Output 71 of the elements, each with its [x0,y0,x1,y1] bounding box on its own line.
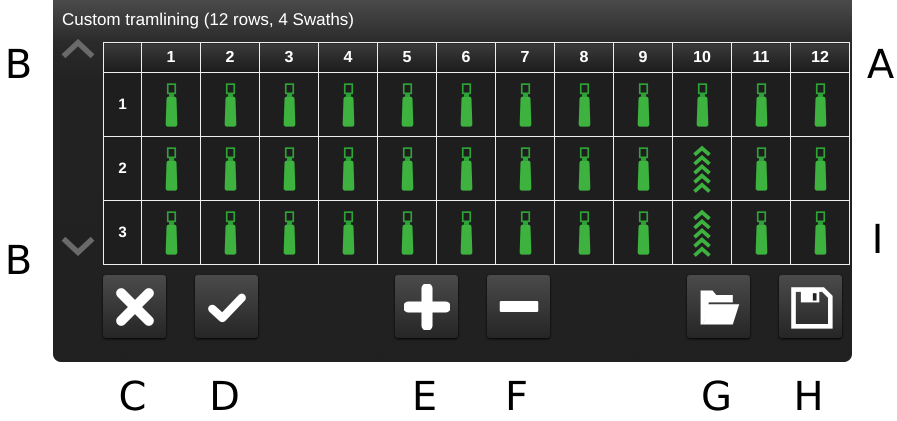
add-button[interactable] [395,275,458,338]
annotation-letter: B [4,44,32,86]
column-header: 1 [142,42,200,72]
column-header: 3 [260,42,318,72]
nozzle-icon[interactable] [576,144,592,192]
column-header: 10 [672,42,732,72]
annotation-letter: D [209,376,240,421]
minus-icon [498,301,538,312]
nozzle-icon[interactable] [400,80,414,128]
nozzle-icon[interactable] [636,144,650,192]
column-header: 2 [200,42,260,72]
nozzle-icon[interactable] [518,80,532,128]
remove-button[interactable] [487,275,550,338]
nozzle-icon[interactable] [282,208,296,256]
nozzle-icon[interactable] [458,80,474,128]
annotation-letter: B [4,240,32,282]
nozzle-icon[interactable] [812,208,828,256]
nozzle-icon[interactable] [400,144,414,192]
nozzle-icon[interactable] [340,80,356,128]
nozzle-icon[interactable] [400,208,414,256]
nozzle-icon[interactable] [164,80,178,128]
nozzle-icon[interactable] [636,80,650,128]
nozzle-icon[interactable] [576,80,592,128]
annotation-letter: C [118,376,146,421]
annotation-letter: I [872,219,884,261]
nozzle-icon[interactable] [222,208,238,256]
nozzle-icon[interactable] [518,144,532,192]
nozzle-icon[interactable] [164,208,178,256]
column-header: 5 [378,42,436,72]
nozzle-icon[interactable] [222,144,238,192]
nozzle-icon[interactable] [576,208,592,256]
nozzle-icon[interactable] [164,144,178,192]
chevron-up-icon[interactable] [59,39,97,59]
annotation-letter: G [701,376,732,421]
dialog-title: Custom tramlining (12 rows, 4 Swaths) [61,9,355,31]
open-button[interactable] [687,275,750,338]
row-header: 2 [104,136,142,200]
nozzle-icon[interactable] [222,80,238,128]
annotation-letter: H [793,376,824,421]
column-header: 9 [614,42,672,72]
nozzle-icon[interactable] [812,144,828,192]
nozzle-icon[interactable] [340,144,356,192]
nozzle-icon[interactable] [754,144,768,192]
cancel-button[interactable] [103,275,166,338]
nozzle-icon[interactable] [518,208,532,256]
row-header: 1 [104,72,142,136]
annotation-letter: F [504,376,528,421]
plus-icon [404,284,450,330]
annotation-letter: A [866,44,894,86]
row-header: 3 [104,200,142,264]
save-button[interactable] [779,275,842,338]
column-header: 12 [790,42,850,72]
nozzle-icon[interactable] [458,208,474,256]
annotation-letter: E [412,376,438,421]
column-header: 11 [732,42,790,72]
column-header: 7 [496,42,554,72]
nozzle-icon[interactable] [754,80,768,128]
chevron-down-icon[interactable] [59,236,97,256]
header-cell [104,42,142,72]
confirm-button[interactable] [195,275,258,338]
nozzle-icon[interactable] [282,144,296,192]
column-header: 8 [554,42,614,72]
nozzle-icon[interactable] [458,144,474,192]
nozzle-icon[interactable] [340,208,356,256]
nozzle-icon[interactable] [282,80,296,128]
column-header: 4 [318,42,378,72]
nozzle-icon[interactable] [812,80,828,128]
nozzle-icon[interactable] [754,208,768,256]
nozzle-icon[interactable] [636,208,650,256]
nozzle-icon[interactable] [694,80,710,128]
column-header: 6 [436,42,496,72]
